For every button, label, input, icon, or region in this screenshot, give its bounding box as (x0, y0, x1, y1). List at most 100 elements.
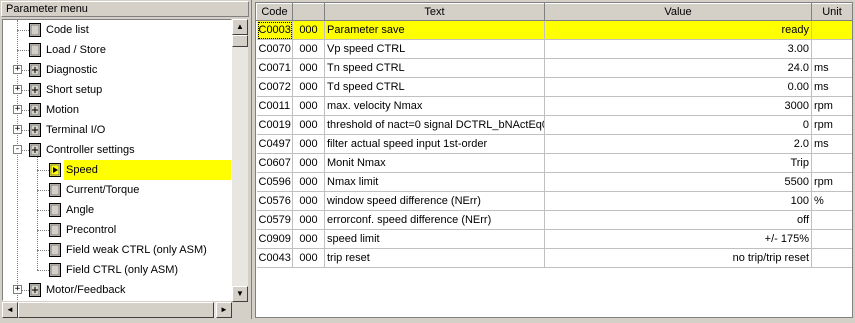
cell-code[interactable]: C0070 (256, 39, 293, 59)
cell-subcode[interactable]: 000 (292, 115, 325, 135)
cell-subcode[interactable]: 000 (292, 77, 325, 97)
table-row[interactable]: C0909 000 speed limit +/- 175% (256, 229, 852, 249)
cell-unit[interactable]: rpm (811, 115, 852, 135)
cell-value[interactable]: +/- 175% (544, 229, 812, 249)
tree-item[interactable]: Speed (3, 160, 231, 180)
cell-subcode[interactable]: 000 (292, 20, 325, 40)
cell-unit[interactable] (811, 210, 852, 230)
cell-subcode[interactable]: 000 (292, 248, 325, 268)
cell-subcode[interactable]: 000 (292, 58, 325, 78)
cell-text[interactable]: trip reset (324, 248, 545, 268)
cell-text[interactable]: Tn speed CTRL (324, 58, 545, 78)
cell-text[interactable]: speed limit (324, 229, 545, 249)
expand-icon[interactable]: + (13, 125, 22, 134)
cell-code[interactable]: C0071 (256, 58, 293, 78)
cell-value[interactable]: off (544, 210, 812, 230)
tree-horizontal-scrollbar[interactable]: ◄ ► (2, 302, 232, 318)
expand-icon[interactable]: + (13, 85, 22, 94)
horizontal-scroll-thumb[interactable] (18, 302, 214, 318)
cell-code[interactable]: C0072 (256, 77, 293, 97)
cell-text[interactable]: Monit Nmax (324, 153, 545, 173)
scroll-down-button[interactable]: ▼ (232, 286, 248, 302)
expand-icon[interactable]: + (13, 65, 22, 74)
cell-code[interactable]: C0607 (256, 153, 293, 173)
cell-text[interactable]: threshold of nact=0 signal DCTRL_bNActEq… (324, 115, 545, 135)
parameter-tree[interactable]: Code list Load / Store + Diagnostic + Short s… (2, 19, 232, 301)
tree-vertical-scrollbar[interactable]: ▲ ▼ (232, 19, 248, 302)
scroll-thumb[interactable] (232, 35, 248, 47)
cell-code[interactable]: C0579 (256, 210, 293, 230)
cell-value[interactable]: 0 (544, 115, 812, 135)
table-row[interactable]: C0576 000 window speed difference (NErr) 10… (256, 191, 852, 211)
cell-unit[interactable] (811, 20, 852, 40)
cell-code[interactable]: C0019 (256, 115, 293, 135)
tree-item[interactable]: Field CTRL (only ASM) (3, 260, 231, 280)
cell-subcode[interactable]: 000 (292, 210, 325, 230)
scroll-left-button[interactable]: ◄ (2, 302, 18, 318)
table-row[interactable]: C0043 000 trip reset no trip/trip reset (256, 248, 852, 268)
collapse-icon[interactable]: - (13, 145, 22, 154)
table-row[interactable]: C0596 000 Nmax limit 5500 rpm (256, 172, 852, 192)
table-row[interactable]: C0011 000 max. velocity Nmax 3000 rpm (256, 96, 852, 116)
cell-text[interactable]: max. velocity Nmax (324, 96, 545, 116)
tree-item[interactable]: + Motion (3, 100, 231, 120)
cell-subcode[interactable]: 000 (292, 153, 325, 173)
cell-value[interactable]: Trip (544, 153, 812, 173)
cell-text[interactable]: Vp speed CTRL (324, 39, 545, 59)
cell-value[interactable]: 3.00 (544, 39, 812, 59)
cell-subcode[interactable]: 000 (292, 229, 325, 249)
tree-item[interactable]: Current/Torque (3, 180, 231, 200)
column-header-value[interactable]: Value (544, 3, 812, 21)
cell-unit[interactable]: % (811, 191, 852, 211)
cell-code[interactable]: C0909 (256, 229, 293, 249)
cell-value[interactable]: 100 (544, 191, 812, 211)
cell-subcode[interactable]: 000 (292, 39, 325, 59)
cell-unit[interactable] (811, 39, 852, 59)
scroll-up-button[interactable]: ▲ (232, 19, 248, 35)
cell-code[interactable]: C0596 (256, 172, 293, 192)
cell-value[interactable]: 5500 (544, 172, 812, 192)
cell-unit[interactable]: ms (811, 58, 852, 78)
tree-item[interactable]: + Motor/Feedback (3, 280, 231, 300)
column-header-code[interactable]: Code (256, 3, 293, 21)
cell-code[interactable]: C0576 (256, 191, 293, 211)
tree-item[interactable]: Field weak CTRL (only ASM) (3, 240, 231, 260)
cell-code[interactable]: C0003 (256, 20, 293, 40)
cell-text[interactable]: errorconf. speed difference (NErr) (324, 210, 545, 230)
scroll-right-button[interactable]: ► (216, 302, 232, 318)
expand-icon[interactable]: + (13, 105, 22, 114)
table-row[interactable]: C0003 000 Parameter save ready (256, 20, 852, 40)
cell-code[interactable]: C0011 (256, 96, 293, 116)
column-header-text[interactable]: Text (324, 3, 545, 21)
tree-item[interactable]: + Diagnostic (3, 60, 231, 80)
cell-unit[interactable]: rpm (811, 172, 852, 192)
cell-subcode[interactable]: 000 (292, 191, 325, 211)
tree-item[interactable]: Angle (3, 200, 231, 220)
cell-unit[interactable]: ms (811, 134, 852, 154)
cell-text[interactable]: window speed difference (NErr) (324, 191, 545, 211)
cell-value[interactable]: 3000 (544, 96, 812, 116)
cell-unit[interactable] (811, 229, 852, 249)
cell-value[interactable]: ready (544, 20, 812, 40)
column-header-unit[interactable]: Unit (811, 3, 852, 21)
cell-text[interactable]: Parameter save (324, 20, 545, 40)
expand-icon[interactable]: + (13, 285, 22, 294)
cell-subcode[interactable]: 000 (292, 96, 325, 116)
cell-unit[interactable] (811, 248, 852, 268)
table-row[interactable]: C0071 000 Tn speed CTRL 24.0 ms (256, 58, 852, 78)
cell-code[interactable]: C0043 (256, 248, 293, 268)
cell-text[interactable]: Td speed CTRL (324, 77, 545, 97)
cell-value[interactable]: 24.0 (544, 58, 812, 78)
table-row[interactable]: C0070 000 Vp speed CTRL 3.00 (256, 39, 852, 59)
table-row[interactable]: C0072 000 Td speed CTRL 0.00 ms (256, 77, 852, 97)
tree-item[interactable]: Precontrol (3, 220, 231, 240)
table-row[interactable]: C0579 000 errorconf. speed difference (NEr… (256, 210, 852, 230)
cell-value[interactable]: 0.00 (544, 77, 812, 97)
cell-value[interactable]: 2.0 (544, 134, 812, 154)
cell-text[interactable]: filter actual speed input 1st-order (324, 134, 545, 154)
table-row[interactable]: C0497 000 filter actual speed input 1st-or… (256, 134, 852, 154)
tree-item[interactable]: - Controller settings (3, 140, 231, 160)
column-header-subcode[interactable] (292, 3, 325, 21)
tree-item[interactable]: + Terminal I/O (3, 120, 231, 140)
cell-subcode[interactable]: 000 (292, 172, 325, 192)
